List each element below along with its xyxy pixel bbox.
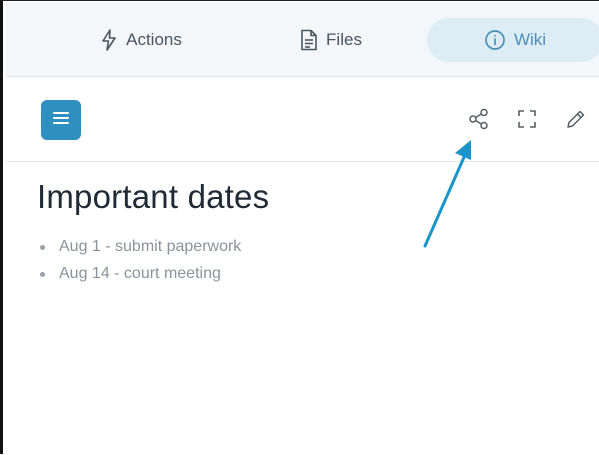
list-item: Aug 1 - submit paperwork [37, 233, 241, 260]
file-icon [300, 29, 318, 51]
info-icon [484, 29, 506, 51]
share-button[interactable] [467, 108, 491, 135]
tab-actions[interactable]: Actions [66, 18, 216, 62]
list-item: Aug 14 - court meeting [37, 260, 241, 287]
pencil-icon [565, 108, 587, 135]
tab-actions-label: Actions [126, 30, 182, 49]
fullscreen-icon [517, 109, 537, 134]
share-icon [468, 108, 490, 135]
wiki-toolbar [6, 77, 599, 162]
wiki-list: Aug 1 - submit paperwork Aug 14 - court … [37, 233, 241, 287]
tab-bar: Actions Files Wiki [6, 2, 599, 77]
tab-files-label: Files [326, 30, 362, 49]
edit-button[interactable] [564, 109, 588, 133]
wiki-panel: Actions Files Wiki Important dates Aug 1… [0, 0, 599, 454]
tab-wiki-label: Wiki [513, 30, 547, 49]
tab-wiki[interactable]: Wiki [427, 18, 599, 62]
menu-button[interactable] [41, 100, 81, 140]
fullscreen-button[interactable] [515, 109, 539, 133]
wiki-content: Important dates Aug 1 - submit paperwork… [6, 162, 599, 455]
hamburger-menu-icon [52, 111, 70, 130]
lightning-icon [100, 29, 118, 51]
tab-files[interactable]: Files [256, 18, 406, 62]
page-title: Important dates [37, 178, 270, 215]
